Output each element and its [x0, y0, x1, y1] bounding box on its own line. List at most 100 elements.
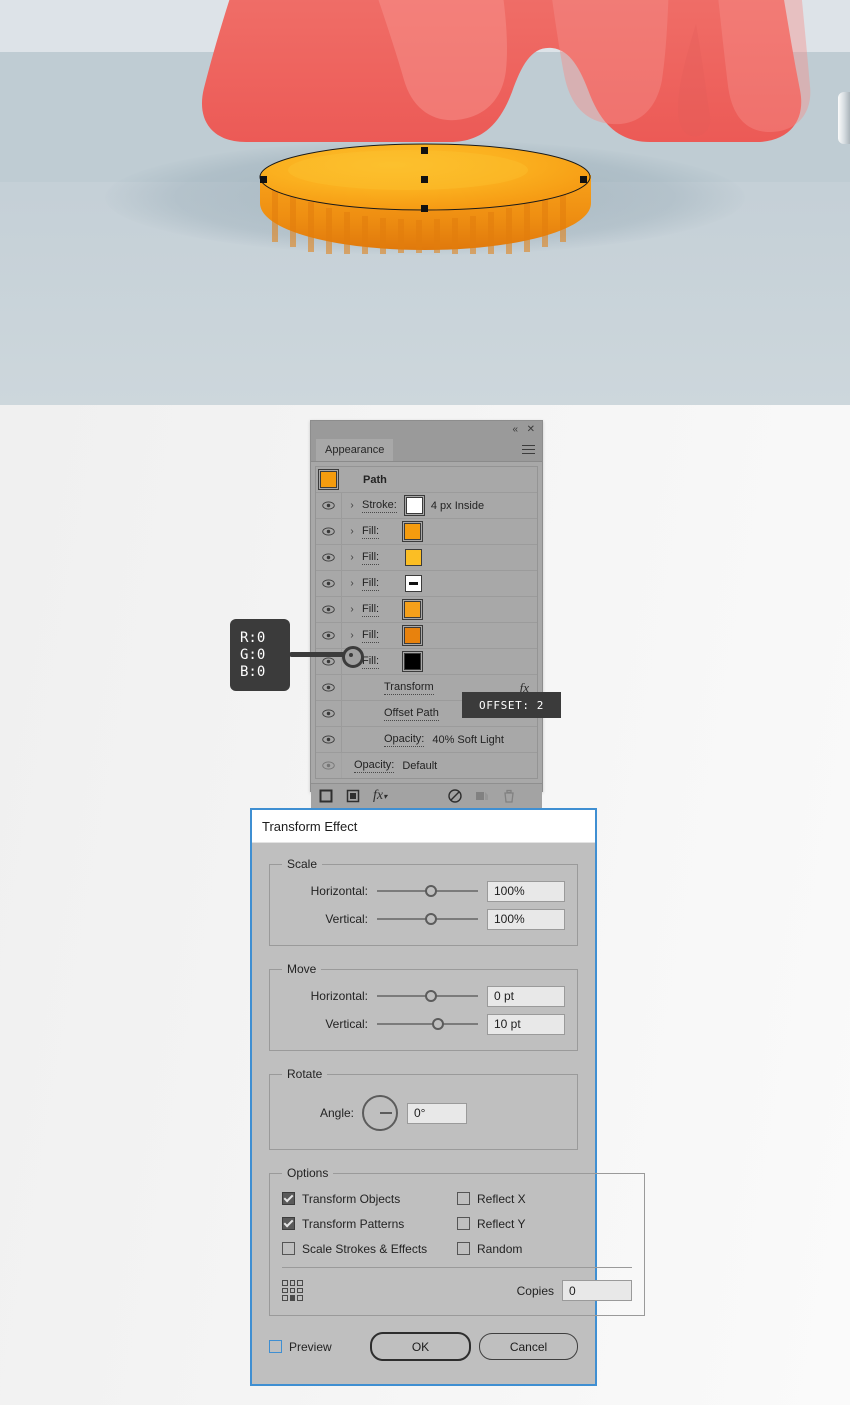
appearance-row-fill-1[interactable]: › Fill:	[316, 519, 537, 545]
move-horizontal-field[interactable]: Horizontal: 0 pt	[282, 982, 565, 1010]
illustrator-artboard[interactable]	[0, 0, 850, 405]
expand-arrow-fill-3[interactable]: ›	[342, 571, 362, 596]
ref-cell[interactable]	[289, 1280, 296, 1286]
ref-cell[interactable]	[297, 1295, 303, 1301]
duplicate-item-icon[interactable]	[475, 789, 489, 803]
checkbox-transform-patterns[interactable]	[282, 1217, 295, 1230]
checkbox-reflect-x[interactable]	[457, 1192, 470, 1205]
appearance-panel[interactable]: « ✕ Appearance Path › Stroke: 4 px Insid…	[310, 420, 543, 808]
selection-anchor-bottom[interactable]	[421, 205, 428, 212]
option-transform-objects[interactable]: Transform Objects	[282, 1192, 457, 1206]
gold-coin-object[interactable]	[258, 140, 593, 255]
close-icon[interactable]: ✕	[527, 425, 535, 435]
checkbox-random[interactable]	[457, 1242, 470, 1255]
selection-anchor-top[interactable]	[421, 147, 428, 154]
visibility-toggle-fill-5[interactable]	[316, 623, 342, 648]
ref-cell[interactable]	[297, 1280, 303, 1286]
move-horizontal-input[interactable]: 0 pt	[487, 985, 565, 1007]
visibility-toggle-stroke[interactable]	[316, 493, 342, 518]
add-new-effect-icon[interactable]: fx ▾	[373, 788, 387, 804]
scale-vertical-slider[interactable]	[377, 909, 478, 929]
preview-option[interactable]: Preview	[269, 1340, 332, 1354]
slider-knob[interactable]	[431, 1018, 444, 1030]
clear-appearance-icon[interactable]	[448, 789, 462, 803]
ref-cell[interactable]	[282, 1280, 288, 1286]
appearance-row-fill-2[interactable]: › Fill:	[316, 545, 537, 571]
appearance-target-row[interactable]: Path	[316, 467, 537, 493]
option-reflect-x[interactable]: Reflect X	[457, 1192, 632, 1206]
expand-arrow-fill-2[interactable]: ›	[342, 545, 362, 570]
scale-horizontal-field[interactable]: Horizontal: 100%	[282, 877, 565, 905]
slider-knob[interactable]	[425, 990, 438, 1002]
move-vertical-input[interactable]: 10 pt	[487, 1013, 565, 1035]
checkbox-transform-objects[interactable]	[282, 1192, 295, 1205]
checkbox-scale-strokes-effects[interactable]	[282, 1242, 295, 1255]
visibility-toggle-opacity-2[interactable]	[316, 753, 342, 778]
ref-cell[interactable]	[297, 1287, 303, 1294]
delete-item-icon[interactable]	[502, 789, 516, 803]
ref-cell[interactable]	[289, 1287, 296, 1294]
effect-label-transform[interactable]: Transform	[384, 681, 434, 695]
panel-menu-icon[interactable]	[522, 445, 535, 454]
visibility-toggle-offset-path[interactable]	[316, 701, 342, 726]
fill-swatch-5[interactable]	[402, 625, 424, 646]
visibility-toggle-opacity-1[interactable]	[316, 727, 342, 752]
collapse-icon[interactable]: «	[512, 425, 518, 435]
opacity-label-2[interactable]: Opacity:	[354, 759, 395, 773]
option-scale-strokes-effects[interactable]: Scale Strokes & Effects	[282, 1242, 457, 1256]
checkbox-reflect-y[interactable]	[457, 1217, 470, 1230]
appearance-row-stroke[interactable]: › Stroke: 4 px Inside	[316, 493, 537, 519]
visibility-toggle-fill-2[interactable]	[316, 545, 342, 570]
option-reflect-y[interactable]: Reflect Y	[457, 1217, 632, 1231]
checkbox-preview[interactable]	[269, 1340, 282, 1353]
copies-input[interactable]: 0	[562, 1280, 632, 1301]
scale-horizontal-input[interactable]: 100%	[487, 880, 565, 902]
add-new-stroke-icon[interactable]	[319, 789, 333, 803]
selection-anchor-left[interactable]	[260, 176, 267, 183]
scale-vertical-input[interactable]: 100%	[487, 908, 565, 930]
cancel-button[interactable]: Cancel	[479, 1333, 578, 1360]
selection-anchor-center[interactable]	[421, 176, 428, 183]
visibility-toggle-fill-4[interactable]	[316, 597, 342, 622]
reference-point-selector-icon[interactable]	[282, 1280, 303, 1301]
expand-arrow-fill-1[interactable]: ›	[342, 519, 362, 544]
transform-effect-dialog[interactable]: Transform Effect Scale Horizontal: 100% …	[250, 808, 645, 1386]
ref-cell-selected[interactable]	[289, 1295, 296, 1301]
option-transform-patterns[interactable]: Transform Patterns	[282, 1217, 457, 1231]
move-horizontal-slider[interactable]	[377, 986, 478, 1006]
angle-dial[interactable]	[362, 1095, 398, 1131]
tab-appearance[interactable]: Appearance	[316, 439, 394, 461]
option-random[interactable]: Random	[457, 1242, 632, 1256]
selection-anchor-right[interactable]	[580, 176, 587, 183]
fill-swatch-6[interactable]	[402, 651, 424, 672]
ref-cell[interactable]	[282, 1287, 288, 1294]
expand-arrow-fill-5[interactable]: ›	[342, 623, 362, 648]
fill-swatch-4[interactable]	[402, 599, 424, 620]
ref-cell[interactable]	[282, 1295, 288, 1301]
expand-arrow-fill-4[interactable]: ›	[342, 597, 362, 622]
visibility-toggle-fill-1[interactable]	[316, 519, 342, 544]
visibility-toggle-fill-3[interactable]	[316, 571, 342, 596]
stroke-swatch[interactable]	[403, 495, 425, 516]
effect-label-offset-path[interactable]: Offset Path	[384, 707, 439, 721]
slider-knob[interactable]	[425, 913, 438, 925]
add-new-fill-icon[interactable]	[346, 789, 360, 803]
move-vertical-field[interactable]: Vertical: 10 pt	[282, 1010, 565, 1038]
angle-input[interactable]: 0°	[407, 1102, 467, 1124]
visibility-toggle-transform[interactable]	[316, 675, 342, 700]
scale-vertical-field[interactable]: Vertical: 100%	[282, 905, 565, 933]
appearance-row-fill-4[interactable]: › Fill:	[316, 597, 537, 623]
angle-field[interactable]: Angle: 0°	[282, 1087, 565, 1137]
expand-arrow-stroke[interactable]: ›	[342, 493, 362, 518]
appearance-row-opacity-1[interactable]: Opacity: 40% Soft Light	[316, 727, 537, 753]
scale-horizontal-slider[interactable]	[377, 881, 478, 901]
appearance-row-fill-5[interactable]: › Fill:	[316, 623, 537, 649]
fill-swatch-3[interactable]	[405, 575, 423, 592]
slider-knob[interactable]	[425, 885, 438, 897]
appearance-row-opacity-2[interactable]: Opacity: Default	[316, 753, 537, 778]
move-vertical-slider[interactable]	[377, 1014, 478, 1034]
fill-swatch-2[interactable]	[405, 549, 423, 566]
ok-button[interactable]: OK	[370, 1332, 471, 1361]
appearance-row-fill-3[interactable]: › Fill:	[316, 571, 537, 597]
opacity-label-1[interactable]: Opacity:	[384, 733, 425, 747]
